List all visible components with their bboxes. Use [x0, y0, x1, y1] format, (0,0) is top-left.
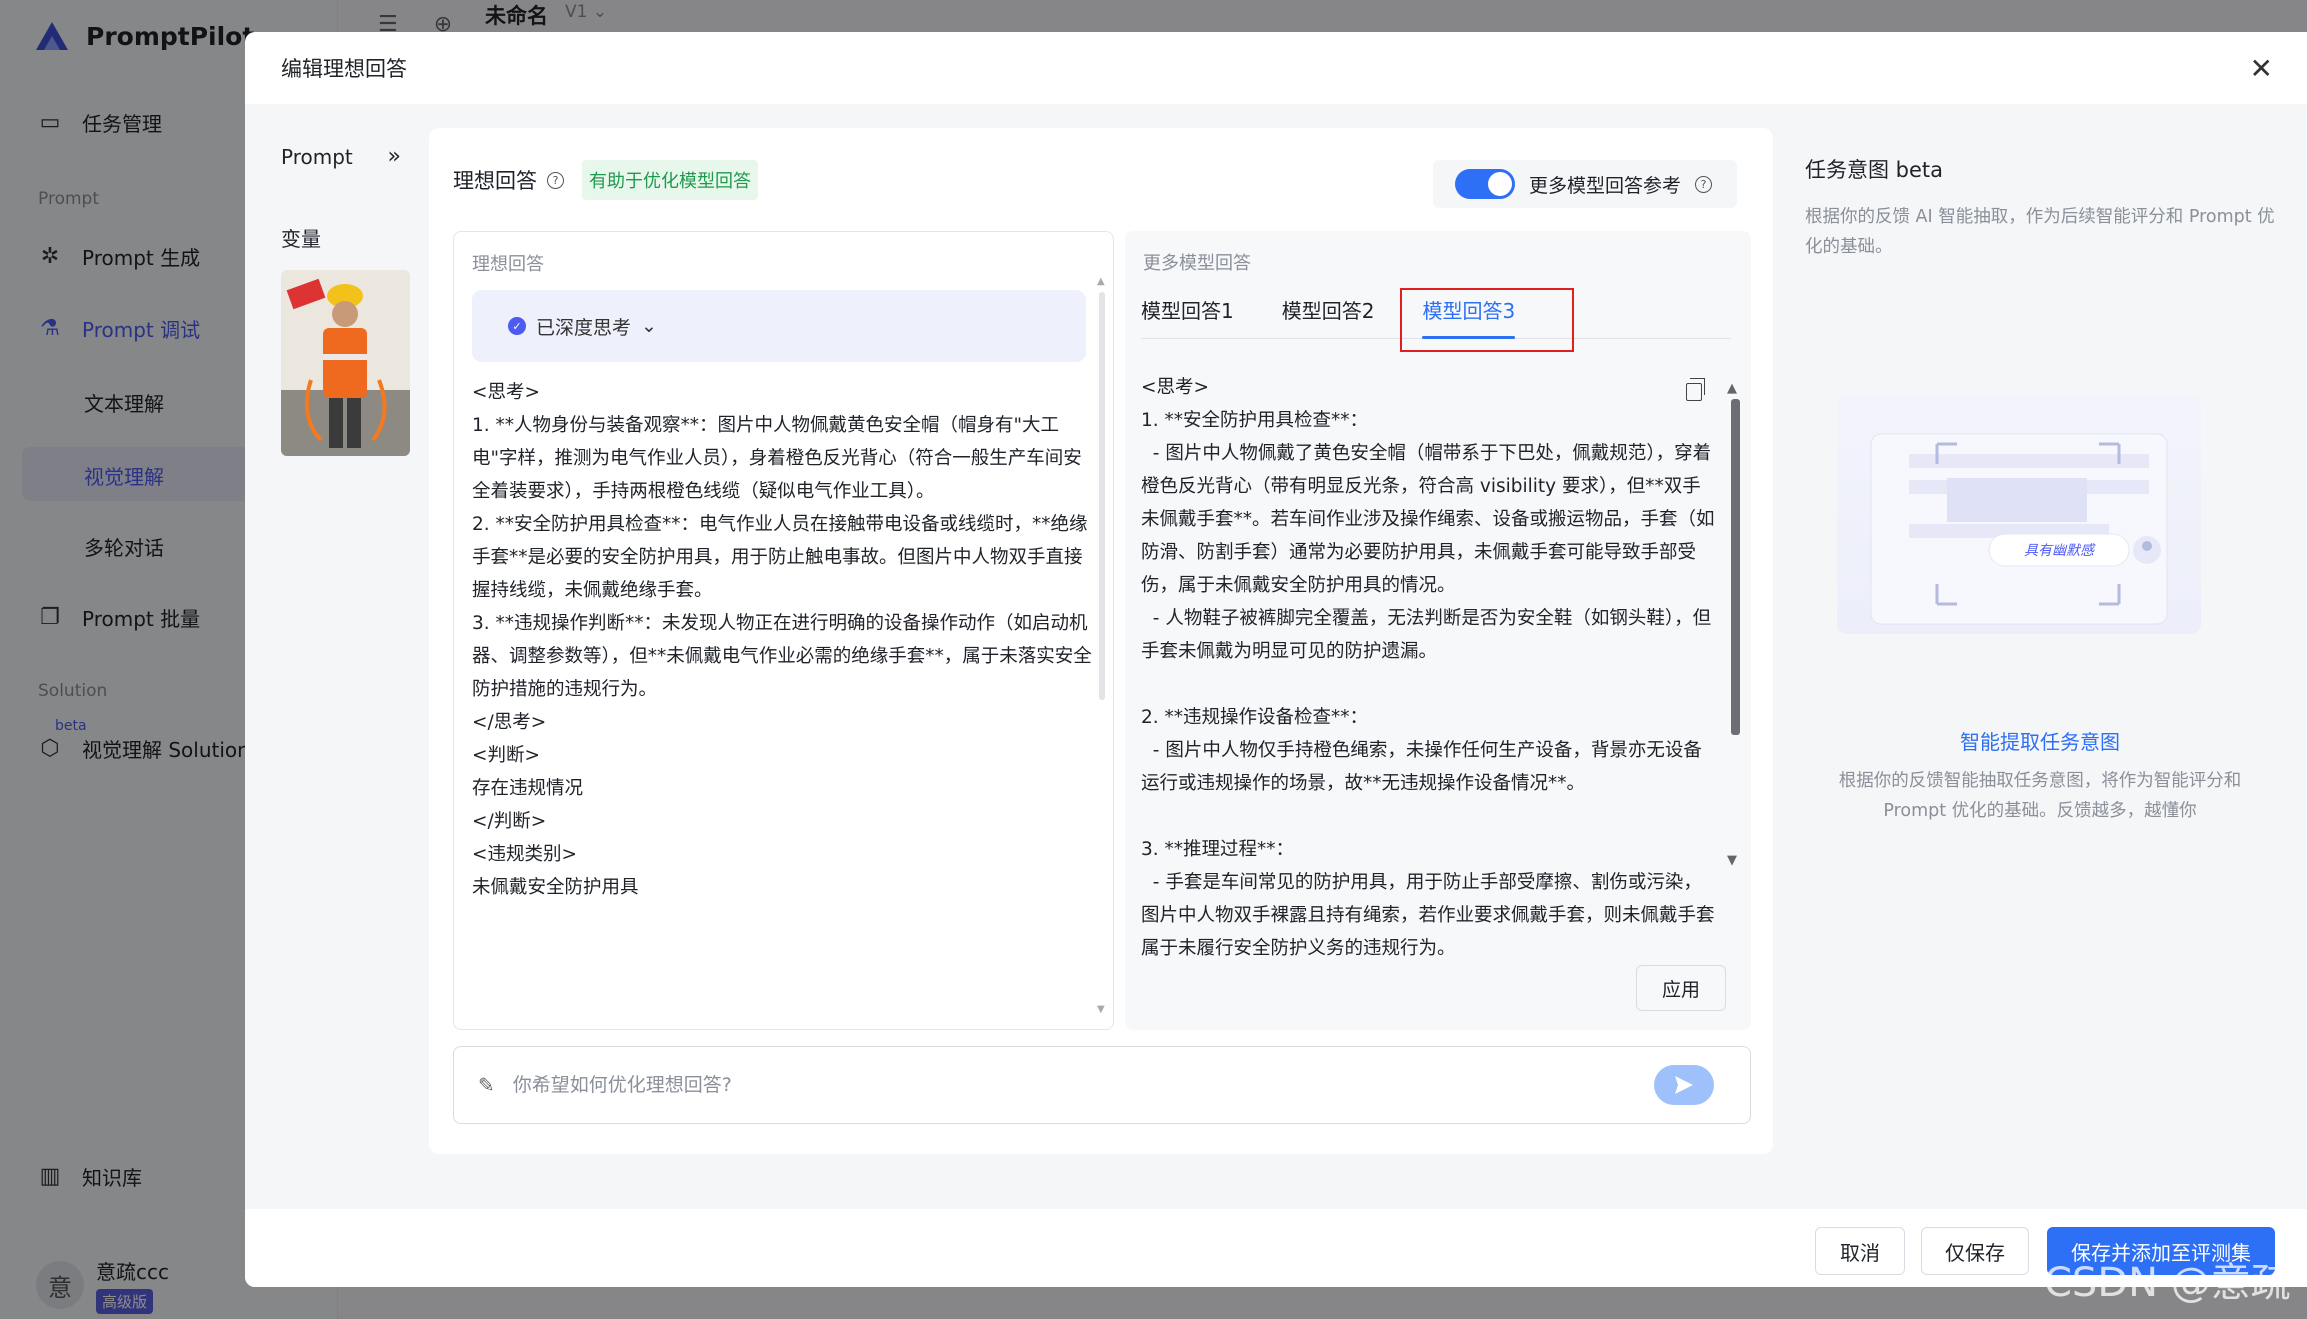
more-model-answers-panel: 更多模型回答 模型回答1 模型回答2 模型回答3 <思考> 1. **安全防护用…	[1125, 231, 1751, 1030]
scroll-down-icon[interactable]: ▼	[1097, 1004, 1105, 1015]
more-panel-label: 更多模型回答	[1143, 253, 1251, 274]
modal-header: 编辑理想回答 ✕	[245, 32, 2307, 104]
help-icon[interactable]: ?	[547, 171, 564, 189]
card-title: 理想回答	[453, 169, 537, 193]
send-icon	[1675, 1076, 1693, 1094]
ideal-scrollbar[interactable]	[1099, 292, 1105, 700]
task-intent-title: 任务意图 beta	[1805, 158, 1944, 182]
save-only-button[interactable]: 仅保存	[1921, 1227, 2029, 1275]
extract-intent-desc: 根据你的反馈智能抽取任务意图，将作为智能评分和 Prompt 优化的基础。反馈越…	[1838, 771, 2242, 821]
scroll-up-icon[interactable]: ▲	[1097, 276, 1105, 287]
scroll-down-icon[interactable]: ▼	[1727, 853, 1737, 868]
copy-icon[interactable]	[1686, 378, 1705, 401]
send-button[interactable]	[1654, 1065, 1714, 1105]
ideal-answer-panel: 理想回答 ✓ 已深度思考 ⌄ <思考> 1. **人物身份与装备观察**：图片中…	[453, 231, 1114, 1030]
modal-title: 编辑理想回答	[281, 57, 407, 81]
optimize-input-bar: ✎	[453, 1046, 1751, 1124]
magic-wand-icon: ✎	[478, 1073, 495, 1097]
double-chevron-right-icon[interactable]: »	[388, 144, 401, 169]
watermark: CSDN @意疏	[2044, 1260, 2291, 1306]
toggle-label: 更多模型回答参考	[1529, 174, 1682, 197]
tab-model-answer-1[interactable]: 模型回答1	[1141, 295, 1234, 338]
apply-button[interactable]: 应用	[1636, 965, 1726, 1011]
tab-highlight-box	[1400, 288, 1574, 352]
extract-intent-link[interactable]: 智能提取任务意图	[1805, 726, 2275, 755]
tab-model-answer-2[interactable]: 模型回答2	[1282, 295, 1375, 338]
optimize-input[interactable]	[512, 1074, 1613, 1096]
scroll-up-icon[interactable]: ▲	[1727, 381, 1737, 396]
more-model-answers-toggle[interactable]	[1455, 169, 1515, 199]
check-circle-icon: ✓	[508, 317, 526, 335]
task-intent-panel: 任务意图 beta 根据你的反馈 AI 智能抽取，作为后续智能评分和 Promp…	[1805, 154, 2275, 262]
modal-footer: 取消 仅保存 保存并添加至评测集	[245, 1209, 2307, 1287]
model-answer-content: <思考> 1. **安全防护用具检查**： - 图片中人物佩戴了黄色安全帽（帽带…	[1141, 377, 1715, 959]
deep-thinking-collapse[interactable]: ✓ 已深度思考 ⌄	[472, 290, 1086, 362]
ideal-panel-label: 理想回答	[472, 254, 544, 275]
chevron-down-icon: ⌄	[641, 315, 657, 337]
intent-illustration: 具有幽默感	[1837, 394, 2201, 634]
variables-label: 变量	[281, 227, 321, 251]
optimize-hint-tag: 有助于优化模型回答	[582, 160, 758, 200]
close-icon[interactable]: ✕	[2250, 52, 2273, 85]
more-model-answers-toggle-box: 更多模型回答参考 ?	[1433, 160, 1737, 208]
more-scrollbar[interactable]	[1731, 399, 1740, 735]
left-column: Prompt » 变量	[281, 144, 431, 456]
help-icon[interactable]: ?	[1695, 175, 1713, 193]
variable-image-thumbnail[interactable]	[281, 270, 410, 456]
card-header: 理想回答 ? 有助于优化模型回答	[453, 160, 758, 200]
ideal-answer-editor[interactable]: <思考> 1. **人物身份与装备观察**：图片中人物佩戴黄色安全帽（帽身有"大…	[472, 376, 1094, 904]
ideal-answer-card: 理想回答 ? 有助于优化模型回答 更多模型回答参考 ? 理想回答 ✓ 已深度思考…	[429, 128, 1773, 1154]
cancel-button[interactable]: 取消	[1815, 1227, 1905, 1275]
modal-body: Prompt » 变量 理想回答 ? 有助于优化模型回答 更多模型回答参考 ? …	[245, 104, 2307, 1209]
edit-ideal-answer-modal: 编辑理想回答 ✕ Prompt » 变量 理想回答 ? 有助于优化模型回答 更多…	[245, 32, 2307, 1287]
task-intent-desc: 根据你的反馈 AI 智能抽取，作为后续智能评分和 Prompt 优化的基础。	[1805, 207, 2275, 257]
prompt-expand[interactable]: Prompt »	[281, 144, 401, 169]
intent-chip-text: 具有幽默感	[2024, 543, 2096, 559]
